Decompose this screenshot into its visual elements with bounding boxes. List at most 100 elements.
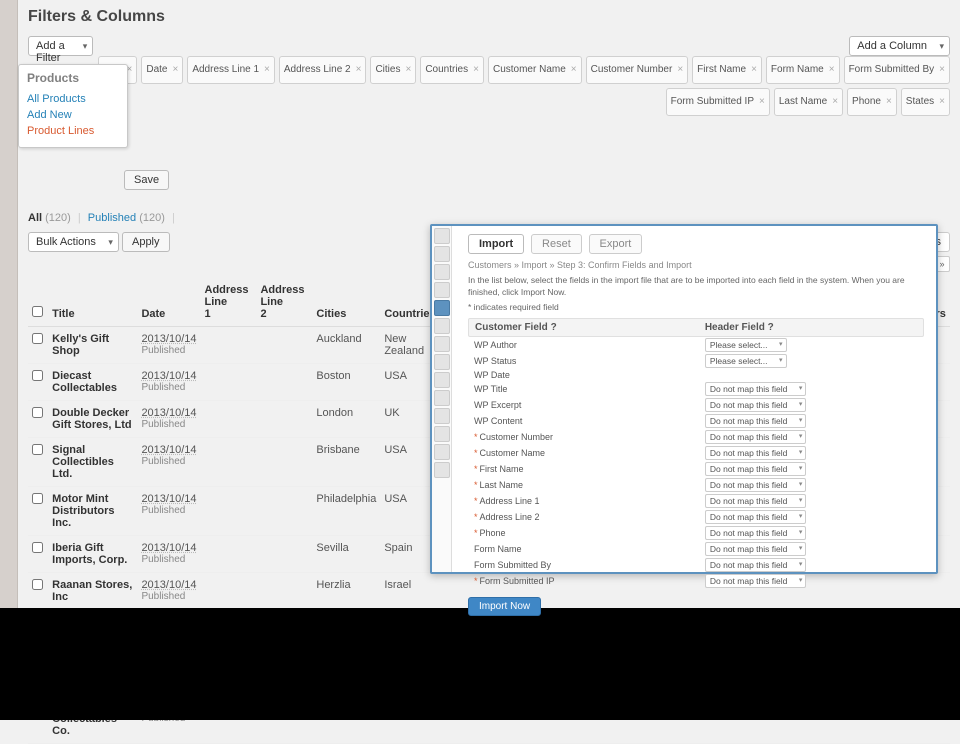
row-title[interactable]: Iberia Gift Imports, Corp. <box>52 542 133 566</box>
tool-icon[interactable] <box>434 246 450 262</box>
map-select[interactable]: Please select... <box>705 354 787 368</box>
map-row: *First NameDo not map this field <box>468 461 924 477</box>
map-select[interactable]: Do not map this field <box>705 510 806 524</box>
chip-remove-icon[interactable]: × <box>473 64 479 75</box>
row-checkbox[interactable] <box>32 579 43 590</box>
map-select[interactable]: Do not map this field <box>705 430 806 444</box>
add-filter-select[interactable]: Add a Filter <box>28 36 93 56</box>
column-chip[interactable]: Date× <box>141 56 183 84</box>
column-chip[interactable]: Cities× <box>370 56 416 84</box>
column-chip[interactable]: Last Name× <box>774 88 843 116</box>
map-row: WP ExcerptDo not map this field <box>468 397 924 413</box>
tab-reset[interactable]: Reset <box>531 234 582 254</box>
tab-import[interactable]: Import <box>468 234 524 254</box>
chip-remove-icon[interactable]: × <box>677 64 683 75</box>
row-title[interactable]: Kelly's Gift Shop <box>52 333 133 357</box>
map-select[interactable]: Do not map this field <box>705 478 806 492</box>
tool-icon[interactable] <box>434 372 450 388</box>
row-checkbox[interactable] <box>32 444 43 455</box>
chip-remove-icon[interactable]: × <box>571 64 577 75</box>
map-select[interactable]: Do not map this field <box>705 574 806 588</box>
column-chip[interactable]: Form Submitted By× <box>844 56 950 84</box>
tool-icon[interactable] <box>434 264 450 280</box>
column-chip[interactable]: Address Line 1× <box>187 56 275 84</box>
column-chip[interactable]: Customer Number× <box>586 56 689 84</box>
column-chip[interactable]: States× <box>901 88 950 116</box>
tool-icon[interactable] <box>434 390 450 406</box>
column-chip[interactable]: Countries× <box>420 56 484 84</box>
tool-icon[interactable] <box>434 408 450 424</box>
col-header[interactable]: Date <box>137 278 200 327</box>
map-select[interactable]: Do not map this field <box>705 494 806 508</box>
products-flyout: Products All Products Add New Product Li… <box>18 64 128 148</box>
chip-remove-icon[interactable]: × <box>829 64 835 75</box>
map-select[interactable]: Do not map this field <box>705 542 806 556</box>
chip-remove-icon[interactable]: × <box>832 96 838 107</box>
row-title[interactable]: Motor Mint Distributors Inc. <box>52 493 133 529</box>
map-select[interactable]: Do not map this field <box>705 558 806 572</box>
map-select[interactable]: Do not map this field <box>705 382 806 396</box>
tool-icon[interactable] <box>434 318 450 334</box>
tool-icon[interactable] <box>434 354 450 370</box>
chip-remove-icon[interactable]: × <box>264 64 270 75</box>
bulk-actions-select[interactable]: Bulk Actions <box>28 232 119 252</box>
flyout-link-lines[interactable]: Product Lines <box>27 123 119 139</box>
column-chip[interactable]: Form Submitted IP× <box>666 88 770 116</box>
chip-remove-icon[interactable]: × <box>886 96 892 107</box>
row-checkbox[interactable] <box>32 370 43 381</box>
tool-icon[interactable] <box>434 426 450 442</box>
map-field-label: WP Content <box>474 416 705 426</box>
map-row: *Address Line 2Do not map this field <box>468 509 924 525</box>
map-field-label: *Phone <box>474 528 705 538</box>
view-all[interactable]: All <box>28 212 42 224</box>
map-field-label: *Last Name <box>474 480 705 490</box>
col-header[interactable] <box>28 278 48 327</box>
flyout-link-add[interactable]: Add New <box>27 107 119 123</box>
map-select[interactable]: Please select... <box>705 338 787 352</box>
flyout-link-all[interactable]: All Products <box>27 91 119 107</box>
map-select[interactable]: Do not map this field <box>705 398 806 412</box>
save-button[interactable]: Save <box>124 170 169 190</box>
page-title: Filters & Columns <box>28 8 950 26</box>
add-column-select[interactable]: Add a Column <box>849 36 950 56</box>
column-chip[interactable]: Address Line 2× <box>279 56 367 84</box>
row-checkbox[interactable] <box>32 542 43 553</box>
chip-remove-icon[interactable]: × <box>172 64 178 75</box>
row-title[interactable]: Signal Collectibles Ltd. <box>52 444 133 480</box>
row-title[interactable]: Double Decker Gift Stores, Ltd <box>52 407 133 431</box>
chip-remove-icon[interactable]: × <box>759 96 765 107</box>
chip-remove-icon[interactable]: × <box>356 64 362 75</box>
row-checkbox[interactable] <box>32 407 43 418</box>
row-checkbox[interactable] <box>32 333 43 344</box>
map-select[interactable]: Do not map this field <box>705 462 806 476</box>
chip-remove-icon[interactable]: × <box>405 64 411 75</box>
tool-icon[interactable] <box>434 444 450 460</box>
import-now-button[interactable]: Import Now <box>468 597 541 616</box>
column-chip[interactable]: Customer Name× <box>488 56 582 84</box>
tool-icon[interactable] <box>434 282 450 298</box>
chip-remove-icon[interactable]: × <box>939 64 945 75</box>
col-header[interactable]: Cities <box>312 278 380 327</box>
tab-export[interactable]: Export <box>589 234 643 254</box>
map-select[interactable]: Do not map this field <box>705 414 806 428</box>
row-title[interactable]: Raanan Stores, Inc <box>52 579 133 603</box>
view-published[interactable]: Published <box>88 212 136 224</box>
col-header[interactable]: AddressLine2 <box>256 278 312 327</box>
column-chip[interactable]: First Name× <box>692 56 762 84</box>
row-checkbox[interactable] <box>32 493 43 504</box>
chip-remove-icon[interactable]: × <box>939 96 945 107</box>
column-chip[interactable]: Phone× <box>847 88 897 116</box>
col-header[interactable]: Title <box>48 278 137 327</box>
select-all-checkbox[interactable] <box>32 306 43 317</box>
apply-button[interactable]: Apply <box>122 232 170 252</box>
tool-icon[interactable] <box>434 336 450 352</box>
chip-remove-icon[interactable]: × <box>751 64 757 75</box>
map-select[interactable]: Do not map this field <box>705 446 806 460</box>
col-header[interactable]: AddressLine1 <box>201 278 257 327</box>
tool-icon[interactable] <box>434 228 450 244</box>
tool-icon[interactable] <box>434 462 450 478</box>
tool-icon[interactable] <box>434 300 450 316</box>
column-chip[interactable]: Form Name× <box>766 56 840 84</box>
row-title[interactable]: Diecast Collectables <box>52 370 133 394</box>
map-select[interactable]: Do not map this field <box>705 526 806 540</box>
